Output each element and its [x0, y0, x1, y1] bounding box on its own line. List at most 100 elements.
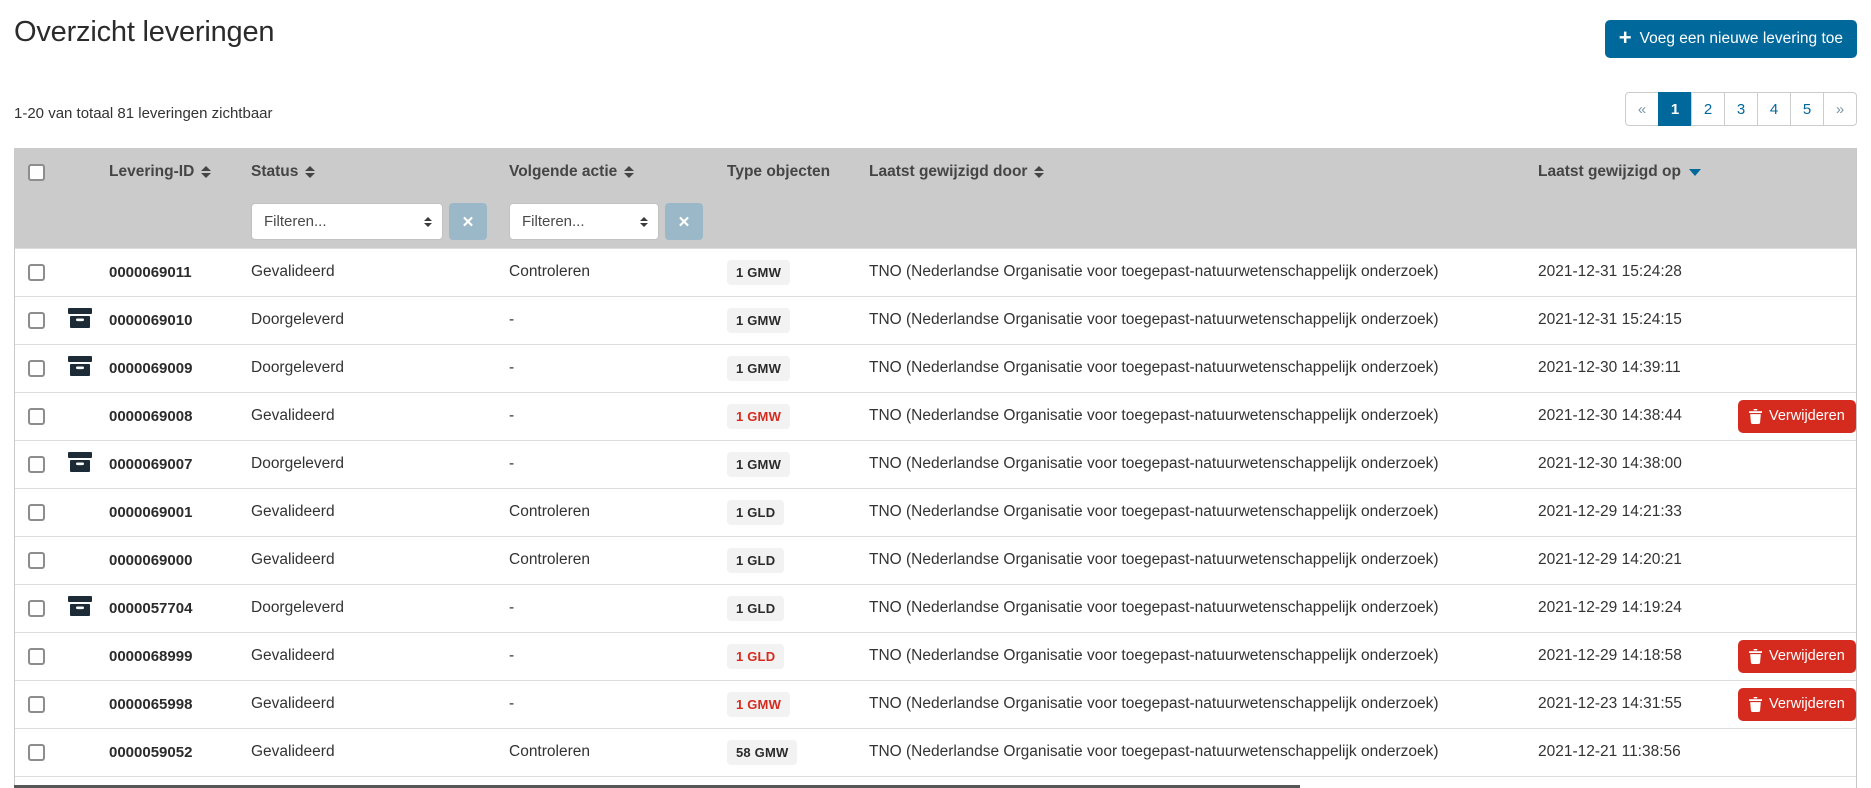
- subbar: 1-20 van totaal 81 leveringen zichtbaar …: [0, 92, 1871, 126]
- row-checkbox[interactable]: [28, 360, 45, 377]
- status-cell: Gevalideerd: [238, 728, 496, 776]
- status-cell: Doorgeleverd: [238, 584, 496, 632]
- table-row[interactable]: 0000068999 Gevalideerd - 1 GLD TNO (Nede…: [15, 632, 1856, 680]
- status-filter-select[interactable]: Filteren...: [251, 203, 443, 240]
- modified-at-cell: 2021-12-29 14:19:24: [1525, 584, 1725, 632]
- type-objecten-badge: 1 GMW: [727, 308, 790, 333]
- column-header-status[interactable]: Status: [251, 163, 315, 181]
- pagination-page-2[interactable]: 2: [1691, 92, 1725, 126]
- select-all-checkbox[interactable]: [28, 164, 45, 181]
- modified-at-cell: 2021-12-29 14:20:21: [1525, 536, 1725, 584]
- type-objecten-badge: 1 GLD: [727, 500, 784, 525]
- row-checkbox[interactable]: [28, 552, 45, 569]
- row-checkbox[interactable]: [28, 744, 45, 761]
- status-cell: Doorgeleverd: [238, 344, 496, 392]
- select-spinner-icon: [424, 217, 432, 227]
- status-filter-clear-button[interactable]: ✕: [449, 203, 487, 240]
- row-checkbox[interactable]: [28, 408, 45, 425]
- pagination-first-button[interactable]: «: [1625, 92, 1659, 126]
- archive-box-icon: [68, 452, 92, 472]
- table-row[interactable]: 0000069001 Gevalideerd Controleren 1 GLD…: [15, 488, 1856, 536]
- next-action-cell: Controleren: [496, 488, 714, 536]
- column-header-laatst-gewijzigd-op[interactable]: Laatst gewijzigd op: [1538, 163, 1701, 181]
- archive-box-icon: [68, 596, 92, 616]
- row-checkbox[interactable]: [28, 648, 45, 665]
- modified-at-cell: 2021-12-29 14:21:33: [1525, 488, 1725, 536]
- plus-icon: +: [1619, 27, 1632, 49]
- modified-at-cell: 2021-12-30 14:38:44: [1525, 392, 1725, 440]
- type-objecten-badge: 1 GLD: [727, 596, 784, 621]
- pagination-last-button[interactable]: »: [1823, 92, 1857, 126]
- next-action-cell: -: [496, 392, 714, 440]
- levering-id: 0000069009: [96, 344, 238, 392]
- trash-icon: [1749, 409, 1762, 424]
- add-levering-button[interactable]: + Voeg een nieuwe levering toe: [1605, 20, 1857, 58]
- sort-icon: [305, 166, 315, 178]
- row-checkbox[interactable]: [28, 456, 45, 473]
- sort-icon: [1034, 166, 1044, 178]
- pagination-page-3[interactable]: 3: [1724, 92, 1758, 126]
- pagination-page-1[interactable]: 1: [1658, 92, 1692, 126]
- type-objecten-badge: 1 GMW: [727, 356, 790, 381]
- table-row[interactable]: 0000069009 Doorgeleverd - 1 GMW TNO (Ned…: [15, 344, 1856, 392]
- status-cell: Gevalideerd: [238, 536, 496, 584]
- modified-by-cell: TNO (Nederlandse Organisatie voor toegep…: [856, 248, 1525, 296]
- delete-button[interactable]: Verwijderen: [1738, 400, 1856, 433]
- status-cell: Gevalideerd: [238, 392, 496, 440]
- delete-button[interactable]: Verwijderen: [1738, 640, 1856, 673]
- column-header-laatst-gewijzigd-door[interactable]: Laatst gewijzigd door: [869, 163, 1044, 181]
- page-title: Overzicht leveringen: [14, 16, 274, 49]
- row-checkbox[interactable]: [28, 504, 45, 521]
- column-header-levering-id[interactable]: Levering-ID: [109, 163, 211, 181]
- pagination: « 1 2 3 4 5 »: [1625, 92, 1857, 126]
- trash-icon: [1749, 649, 1762, 664]
- row-checkbox[interactable]: [28, 696, 45, 713]
- archive-box-icon: [68, 308, 92, 328]
- next-action-cell: -: [496, 440, 714, 488]
- table-row[interactable]: 0000069007 Doorgeleverd - 1 GMW TNO (Ned…: [15, 440, 1856, 488]
- table-row[interactable]: 0000065998 Gevalideerd - 1 GMW TNO (Nede…: [15, 680, 1856, 728]
- type-objecten-badge: 1 GLD: [727, 644, 784, 669]
- row-checkbox[interactable]: [28, 264, 45, 281]
- modified-by-cell: TNO (Nederlandse Organisatie voor toegep…: [856, 344, 1525, 392]
- results-summary: 1-20 van totaal 81 leveringen zichtbaar: [14, 105, 273, 126]
- modified-at-cell: 2021-12-21 11:38:56: [1525, 728, 1725, 776]
- table-row[interactable]: 0000059052 Gevalideerd Controleren 58 GM…: [15, 728, 1856, 776]
- next-action-cell: -: [496, 584, 714, 632]
- next-action-cell: -: [496, 296, 714, 344]
- pagination-page-5[interactable]: 5: [1790, 92, 1824, 126]
- next-action-cell: -: [496, 344, 714, 392]
- leveringen-table: Levering-ID Status Volgende actie Type o…: [14, 148, 1857, 788]
- sort-icon: [624, 166, 634, 178]
- modified-by-cell: TNO (Nederlandse Organisatie voor toegep…: [856, 680, 1525, 728]
- modified-at-cell: 2021-12-30 14:38:00: [1525, 440, 1725, 488]
- modified-by-cell: TNO (Nederlandse Organisatie voor toegep…: [856, 488, 1525, 536]
- table-row[interactable]: 0000069008 Gevalideerd - 1 GMW TNO (Nede…: [15, 392, 1856, 440]
- sort-desc-icon: [1689, 169, 1701, 176]
- type-objecten-badge: 1 GMW: [727, 260, 790, 285]
- table-row[interactable]: 0000069000 Gevalideerd Controleren 1 GLD…: [15, 536, 1856, 584]
- row-checkbox[interactable]: [28, 600, 45, 617]
- levering-id: 0000057704: [96, 584, 238, 632]
- column-header-volgende-actie[interactable]: Volgende actie: [509, 163, 634, 181]
- delete-button-label: Verwijderen: [1769, 696, 1845, 712]
- table-row[interactable]: 0000069010 Doorgeleverd - 1 GMW TNO (Ned…: [15, 296, 1856, 344]
- volgende-actie-filter-clear-button[interactable]: ✕: [665, 203, 703, 240]
- table-filter-row: Filteren... ✕ Filteren... ✕: [15, 196, 1856, 248]
- volgende-actie-filter-select[interactable]: Filteren...: [509, 203, 659, 240]
- delete-button-label: Verwijderen: [1769, 648, 1845, 664]
- modified-by-cell: TNO (Nederlandse Organisatie voor toegep…: [856, 728, 1525, 776]
- modified-by-cell: TNO (Nederlandse Organisatie voor toegep…: [856, 392, 1525, 440]
- delete-button[interactable]: Verwijderen: [1738, 688, 1856, 721]
- levering-id: 0000059052: [96, 728, 238, 776]
- table-row[interactable]: 0000069011 Gevalideerd Controleren 1 GMW…: [15, 248, 1856, 296]
- pagination-page-4[interactable]: 4: [1757, 92, 1791, 126]
- next-action-cell: Controleren: [496, 248, 714, 296]
- type-objecten-badge: 1 GLD: [727, 548, 784, 573]
- status-cell: Gevalideerd: [238, 680, 496, 728]
- levering-id: 0000068999: [96, 632, 238, 680]
- type-objecten-badge: 1 GMW: [727, 692, 790, 717]
- row-checkbox[interactable]: [28, 312, 45, 329]
- table-row[interactable]: 0000057704 Doorgeleverd - 1 GLD TNO (Ned…: [15, 584, 1856, 632]
- modified-by-cell: TNO (Nederlandse Organisatie voor toegep…: [856, 296, 1525, 344]
